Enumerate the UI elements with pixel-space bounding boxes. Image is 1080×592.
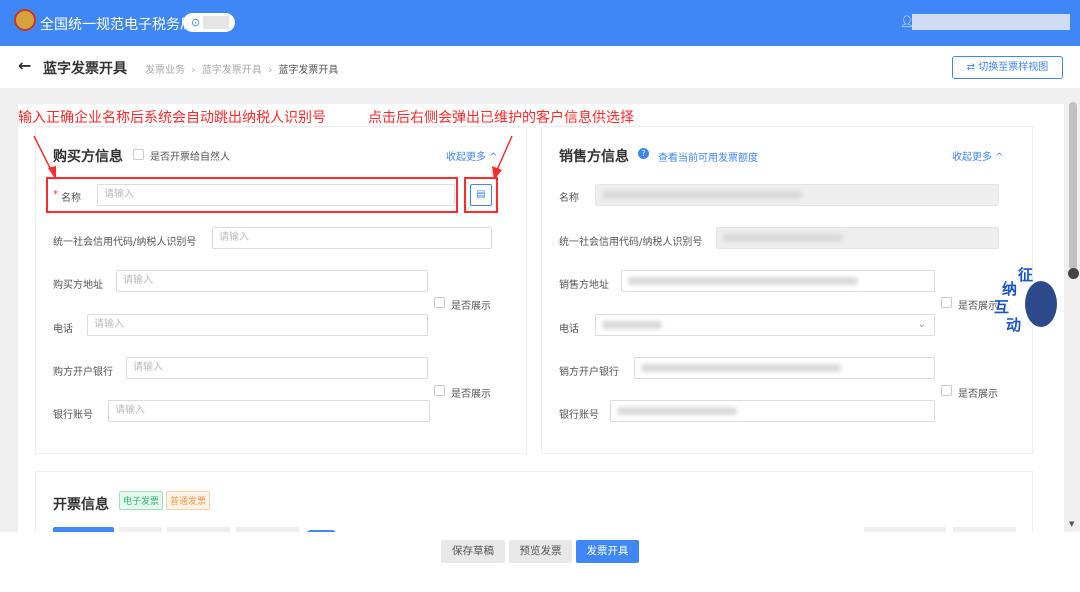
seller-collapse-link[interactable]: 收起更多 ^: [952, 148, 1004, 163]
seller-title: 销售方信息: [559, 149, 629, 165]
seller-bank-label: 销方开户银行: [559, 367, 619, 378]
seller-address-show-checkbox[interactable]: [941, 297, 952, 308]
seller-taxid-input: [716, 227, 999, 249]
mascot-assistant[interactable]: 征 纳 互 动: [990, 264, 1068, 336]
seller-account-label: 银行账号: [559, 410, 599, 421]
scrollbar[interactable]: ▼: [1066, 88, 1080, 532]
seller-phone-select[interactable]: ⌄: [595, 314, 935, 336]
seller-address-input[interactable]: [621, 270, 935, 292]
seller-address-label: 销售方地址: [559, 280, 609, 291]
chevron-down-icon: ⌄: [917, 319, 926, 330]
seller-bank-show-checkbox[interactable]: [941, 385, 952, 396]
tag-normal: 普通发票: [166, 491, 211, 510]
tag-electronic: 电子发票: [119, 491, 164, 510]
seller-phone-label: 电话: [559, 324, 579, 335]
seller-bank-input[interactable]: [634, 357, 935, 379]
side-dot-icon[interactable]: [1068, 268, 1079, 279]
mascot-text: 动: [1006, 316, 1022, 334]
seller-name-label: 名称: [559, 193, 579, 204]
mascot-text: 征: [1018, 266, 1034, 284]
preview-invoice-button[interactable]: 预览发票: [509, 540, 572, 563]
seller-account-input[interactable]: [610, 400, 935, 422]
mascot-avatar-icon: [1022, 278, 1060, 330]
invoice-title: 开票信息: [53, 497, 109, 513]
footer-bar: 保存草稿 预览发票 发票开具: [0, 532, 1080, 592]
issue-invoice-button[interactable]: 发票开具: [576, 540, 639, 563]
help-icon[interactable]: ?: [638, 148, 649, 159]
scrollbar-thumb[interactable]: [1069, 102, 1077, 270]
seller-taxid-label: 统一社会信用代码/纳税人识别号: [559, 237, 703, 248]
seller-name-input: [595, 184, 999, 206]
seller-card: 销售方信息 ? 查看当前可用发票额度 收起更多 ^ 名称 统一社会信用代码/纳税…: [541, 126, 1033, 454]
quota-link[interactable]: 查看当前可用发票额度: [658, 149, 758, 164]
show-label: 是否展示: [958, 389, 998, 400]
scroll-down-icon[interactable]: ▼: [1069, 520, 1074, 528]
save-draft-button[interactable]: 保存草稿: [441, 540, 505, 563]
